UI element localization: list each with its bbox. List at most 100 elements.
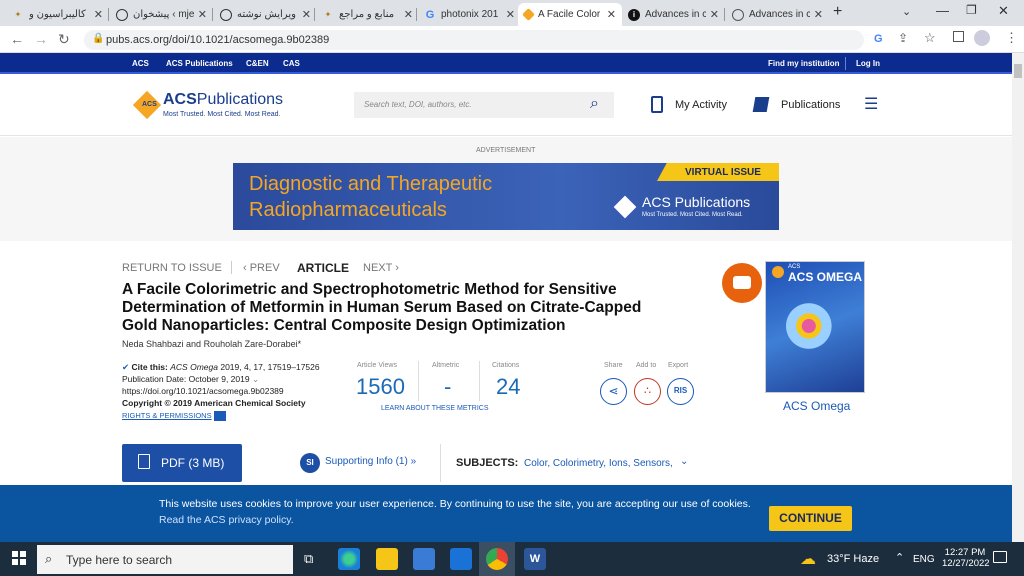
- views-count: 1560: [356, 374, 405, 399]
- browser-menu-icon[interactable]: ⋮: [1005, 30, 1018, 46]
- browser-tab[interactable]: ✦ منابع و مراجع ✕: [316, 3, 419, 26]
- browser-tab[interactable]: ویرایش نوشته ✕: [214, 3, 317, 26]
- email-alert-button[interactable]: [722, 263, 762, 303]
- close-tab-icon[interactable]: ✕: [607, 8, 616, 21]
- site-header: ACS ACSPublications Most Trusted. Most C…: [0, 76, 1012, 136]
- taskbar-search-box[interactable]: ⌕ Type here to search: [37, 545, 293, 574]
- supporting-info-icon: SI: [300, 453, 320, 473]
- wordpress-icon: [116, 8, 128, 21]
- learn-metrics-link[interactable]: LEARN ABOUT THESE METRICS: [381, 405, 489, 412]
- restore-icon[interactable]: ❐: [966, 3, 977, 17]
- doi-link[interactable]: https://doi.org/10.1021/acsomega.9b02389: [122, 385, 352, 397]
- journal-cover-image[interactable]: ACS ACS OMEGA: [765, 261, 865, 393]
- back-icon[interactable]: ←: [10, 31, 24, 47]
- supporting-info-link[interactable]: Supporting Info (1) »: [325, 456, 416, 467]
- rights-permissions-link[interactable]: RIGHTS & PERMISSIONS: [122, 411, 212, 420]
- language-indicator[interactable]: ENG: [913, 554, 935, 565]
- task-view-icon[interactable]: ⧉: [304, 551, 313, 567]
- tray-chevron-icon[interactable]: ⌃: [895, 551, 904, 564]
- cookie-continue-button[interactable]: CONTINUE: [769, 506, 852, 531]
- acs-publications-link[interactable]: ACS Publications: [166, 59, 233, 68]
- acs-top-bar: ACS ACS Publications C&EN CAS Find my in…: [0, 53, 1012, 74]
- acs-link[interactable]: ACS: [132, 59, 149, 68]
- pdf-download-button[interactable]: PDF (3 MB): [122, 444, 242, 482]
- google-lens-icon[interactable]: G: [874, 33, 883, 45]
- find-institution-link[interactable]: Find my institution: [768, 59, 840, 68]
- export-ris-button[interactable]: RIS: [667, 378, 694, 405]
- hamburger-menu-icon[interactable]: ☰: [864, 94, 878, 114]
- notifications-icon[interactable]: [993, 551, 1007, 563]
- chevron-down-icon[interactable]: ⌄: [252, 374, 259, 384]
- edge-icon[interactable]: [338, 548, 360, 570]
- close-tab-icon[interactable]: ✕: [506, 8, 515, 21]
- site-search-box[interactable]: Search text, DOI, authors, etc. ⌕: [354, 92, 614, 118]
- forward-icon[interactable]: →: [34, 31, 48, 47]
- bookmark-star-icon[interactable]: ☆: [924, 30, 936, 46]
- close-tab-icon[interactable]: ✕: [814, 8, 823, 21]
- close-tab-icon[interactable]: ✕: [710, 8, 719, 21]
- reload-icon[interactable]: ↻: [58, 31, 70, 48]
- side-panel-icon[interactable]: [953, 31, 964, 42]
- close-tab-icon[interactable]: ✕: [94, 8, 103, 21]
- tab-search-icon[interactable]: ⌄: [902, 5, 911, 18]
- ad-acs-logo-icon: [613, 195, 637, 219]
- page-scrollbar[interactable]: [1012, 53, 1024, 542]
- privacy-policy-link[interactable]: Read the ACS privacy policy.: [159, 514, 294, 526]
- cover-logo-icon: [772, 266, 784, 278]
- microsoft-store-icon[interactable]: [413, 548, 435, 570]
- my-activity-icon: [651, 96, 663, 113]
- mail-icon[interactable]: [450, 548, 472, 570]
- search-icon[interactable]: ⌕: [590, 95, 599, 113]
- browser-tab[interactable]: پیشخوان ‹ mje ✕: [110, 3, 213, 26]
- next-article-link[interactable]: NEXT ›: [363, 262, 399, 274]
- close-tab-icon[interactable]: ✕: [404, 8, 413, 21]
- minimize-icon[interactable]: —: [936, 3, 949, 18]
- login-link[interactable]: Log In: [856, 59, 880, 68]
- close-tab-icon[interactable]: ✕: [198, 8, 207, 21]
- clock[interactable]: 12:27 PM 12/27/2022: [942, 547, 990, 569]
- altmetric-score[interactable]: -: [444, 374, 451, 400]
- ad-brand: ACS Publications: [642, 194, 751, 210]
- share-icon[interactable]: ⋖: [600, 378, 627, 405]
- article-authors[interactable]: Neda Shahbazi and Rouholah Zare-Dorabei*: [122, 339, 301, 349]
- browser-tab-active[interactable]: A Facile Color ✕: [518, 3, 622, 26]
- weather-text[interactable]: 33°F Haze: [827, 553, 879, 565]
- subjects-label: SUBJECTS:: [456, 457, 519, 469]
- chrome-icon[interactable]: [486, 548, 508, 570]
- subjects-list[interactable]: Color, Colorimetry, Ions, Sensors,: [524, 458, 673, 469]
- url-field[interactable]: 🔒 pubs.acs.org/doi/10.1021/acsomega.9b02…: [84, 30, 883, 50]
- return-to-issue-link[interactable]: RETURN TO ISSUE: [122, 262, 222, 274]
- new-tab-button[interactable]: +: [833, 3, 842, 21]
- my-activity-link[interactable]: My Activity: [675, 99, 727, 111]
- close-window-icon[interactable]: ✕: [998, 3, 1009, 19]
- browser-tab-strip: ✦ كاليبراسيون و ✕ پیشخوان ‹ mje ✕ ویرایش نو…: [0, 0, 1024, 26]
- journal-link[interactable]: ACS Omega: [783, 399, 850, 413]
- chevron-down-icon[interactable]: ⌄: [680, 456, 688, 467]
- browser-tab[interactable]: i Advances in c ✕: [622, 3, 725, 26]
- scrollbar-thumb[interactable]: [1014, 64, 1022, 78]
- profile-avatar-icon[interactable]: [974, 30, 990, 46]
- browser-tab[interactable]: Advances in c ✕: [726, 3, 829, 26]
- close-tab-icon[interactable]: ✕: [302, 8, 311, 21]
- file-explorer-icon[interactable]: [376, 548, 398, 570]
- url-text: pubs.acs.org/doi/10.1021/acsomega.9b0238…: [106, 34, 330, 46]
- windows-start-icon[interactable]: [12, 551, 26, 565]
- rightslink-icon[interactable]: [213, 410, 226, 421]
- article-tab: ARTICLE: [297, 261, 349, 275]
- add-to-label: Add to: [636, 362, 657, 369]
- acs-publications-logo[interactable]: ACSPublications: [163, 91, 283, 109]
- word-icon[interactable]: W: [524, 548, 546, 570]
- browser-tab[interactable]: ✦ كاليبراسيون و ✕: [6, 3, 109, 26]
- cen-link[interactable]: C&EN: [246, 59, 269, 68]
- browser-tab[interactable]: Gphotonix 201 ✕: [418, 3, 521, 26]
- share-page-icon[interactable]: ⇪: [898, 31, 908, 45]
- divider: [845, 57, 846, 70]
- add-to-icon[interactable]: ∴: [634, 378, 661, 405]
- prev-article-link[interactable]: ‹ PREV: [243, 262, 280, 274]
- publications-link[interactable]: Publications: [781, 99, 840, 111]
- ad-banner[interactable]: Diagnostic and Therapeutic Radiopharmace…: [233, 163, 779, 230]
- citations-count[interactable]: 24: [496, 374, 520, 400]
- weather-icon[interactable]: ☁: [800, 549, 816, 569]
- check-icon: ✔: [122, 362, 130, 372]
- cas-link[interactable]: CAS: [283, 59, 300, 68]
